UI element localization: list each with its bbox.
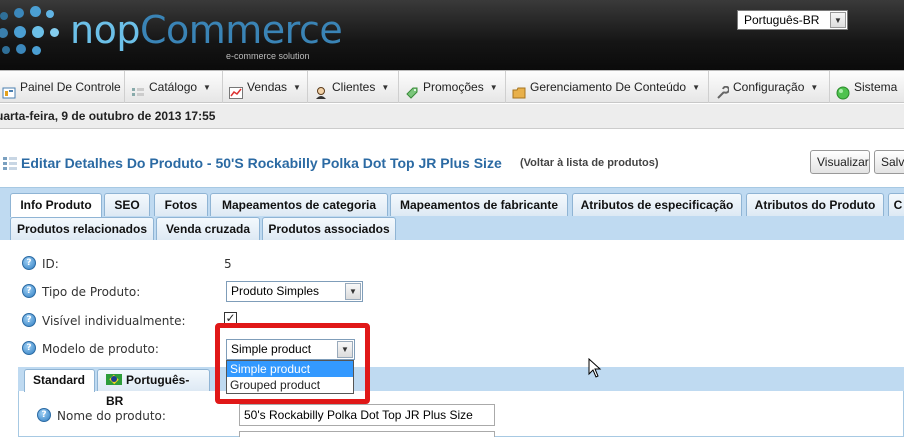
menu-item-dashboard[interactable]: Painel De Controle <box>0 71 125 103</box>
current-datetime: uarta-feira, 9 de outubro de 2013 17:55 <box>0 109 216 123</box>
menu-item-label: Painel De Controle <box>20 80 121 94</box>
page-header: Editar Detalhes Do Produto - 50'S Rockab… <box>0 150 904 178</box>
customer-icon <box>314 80 328 99</box>
chevron-down-icon: ▼ <box>203 82 211 92</box>
help-icon[interactable]: ? <box>37 408 51 422</box>
product-template-label: Modelo de produto: <box>42 342 159 356</box>
menu-item-customers[interactable]: Clientes ▼ <box>308 71 399 103</box>
green-status-icon <box>836 80 850 100</box>
tab-info-produto[interactable]: Info Produto <box>10 193 102 217</box>
main-menu: Painel De Controle Catálogo ▼ Vendas ▼ Cli… <box>0 70 904 103</box>
dashboard-icon <box>2 80 16 99</box>
app-header: nopCommerce e-commerce solution Portuguê… <box>0 0 904 70</box>
menu-item-label: Catálogo <box>149 80 198 94</box>
product-type-select[interactable]: Produto Simples ▼ <box>226 281 363 302</box>
chevron-down-icon: ▼ <box>293 82 301 92</box>
menu-item-system[interactable]: Sistema <box>830 71 904 103</box>
chevron-down-icon: ▼ <box>810 82 819 92</box>
brand-logo: nopCommerce <box>70 8 343 52</box>
product-type-label: Tipo de Produto: <box>42 285 141 299</box>
tab-category-mappings[interactable]: Mapeamentos de categoria <box>210 193 388 216</box>
menu-item-label: Gerenciamento De Conteúdo <box>530 80 687 94</box>
tab-more[interactable]: C <box>888 193 904 216</box>
back-to-products-link[interactable]: (Voltar à lista de produtos) <box>520 157 659 169</box>
visible-individually-label: Visível individualmente: <box>42 314 186 328</box>
id-label: ID: <box>42 257 59 271</box>
id-value: 5 <box>224 257 232 271</box>
help-icon[interactable]: ? <box>22 284 36 298</box>
tab-related-products[interactable]: Produtos relacionados <box>10 217 154 240</box>
wrench-icon <box>715 80 730 99</box>
tab-associated-products[interactable]: Produtos associados <box>262 217 396 240</box>
highlight-frame <box>215 323 370 404</box>
brand-name-part2: Commerce <box>139 8 343 52</box>
tab-manufacturer-mappings[interactable]: Mapeamentos de fabricante <box>390 193 568 216</box>
menu-item-content-management[interactable]: Gerenciamento De Conteúdo ▼ <box>506 71 709 103</box>
brand-tagline: e-commerce solution <box>226 51 310 61</box>
tab-specification-attributes[interactable]: Atributos de especificação <box>572 193 742 216</box>
chevron-down-icon: ▼ <box>381 82 390 92</box>
promotion-tag-icon <box>405 80 419 99</box>
menu-item-label: Configuração <box>733 80 805 94</box>
mouse-cursor-icon <box>588 358 602 378</box>
tab-fotos[interactable]: Fotos <box>154 193 208 216</box>
help-icon[interactable]: ? <box>22 313 36 327</box>
sales-chart-icon <box>229 80 243 99</box>
date-bar: uarta-feira, 9 de outubro de 2013 17:55 <box>0 104 904 129</box>
product-name-label: Nome do produto: <box>57 409 166 423</box>
menu-item-label: Sistema <box>854 80 898 94</box>
menu-item-promotions[interactable]: Promoções ▼ <box>399 71 506 103</box>
brazil-flag-icon <box>106 374 122 386</box>
save-button[interactable]: Salv <box>874 150 904 174</box>
tab-product-attributes[interactable]: Atributos do Produto <box>746 193 884 216</box>
chevron-down-icon: ▼ <box>345 283 361 300</box>
chevron-down-icon: ▼ <box>830 12 846 28</box>
product-short-description-input[interactable] <box>239 431 495 437</box>
catalog-icon <box>131 80 145 96</box>
product-name-input[interactable]: 50's Rockabilly Polka Dot Top JR Plus Si… <box>239 404 495 426</box>
chevron-down-icon: ▼ <box>692 82 701 92</box>
menu-item-sales[interactable]: Vendas ▼ <box>223 71 308 103</box>
tab-seo[interactable]: SEO <box>104 193 150 216</box>
language-select-value: Português-BR <box>744 13 820 27</box>
product-type-value: Produto Simples <box>231 284 320 298</box>
view-button[interactable]: Visualizar <box>810 150 870 174</box>
menu-item-label: Promoções <box>423 80 484 94</box>
folder-icon <box>512 80 526 99</box>
page-title: Editar Detalhes Do Produto - 50'S Rockab… <box>21 155 502 171</box>
brand-name-part1: nop <box>70 8 140 52</box>
tab-standard[interactable]: Standard <box>24 369 95 392</box>
menu-item-label: Vendas <box>247 80 288 94</box>
language-select[interactable]: Português-BR ▼ <box>737 10 848 30</box>
tab-cross-sell[interactable]: Venda cruzada <box>156 217 260 240</box>
tab-portugues-br[interactable]: Português-BR <box>97 369 210 408</box>
menu-item-label: Clientes <box>332 80 376 94</box>
chevron-down-icon: ▼ <box>489 82 498 92</box>
help-icon[interactable]: ? <box>22 256 36 270</box>
menu-item-catalog[interactable]: Catálogo ▼ <box>125 71 223 103</box>
menu-item-configuration[interactable]: Configuração ▼ <box>709 71 830 103</box>
logo-dots-icon <box>0 6 66 66</box>
product-list-icon <box>3 157 17 170</box>
help-icon[interactable]: ? <box>22 341 36 355</box>
